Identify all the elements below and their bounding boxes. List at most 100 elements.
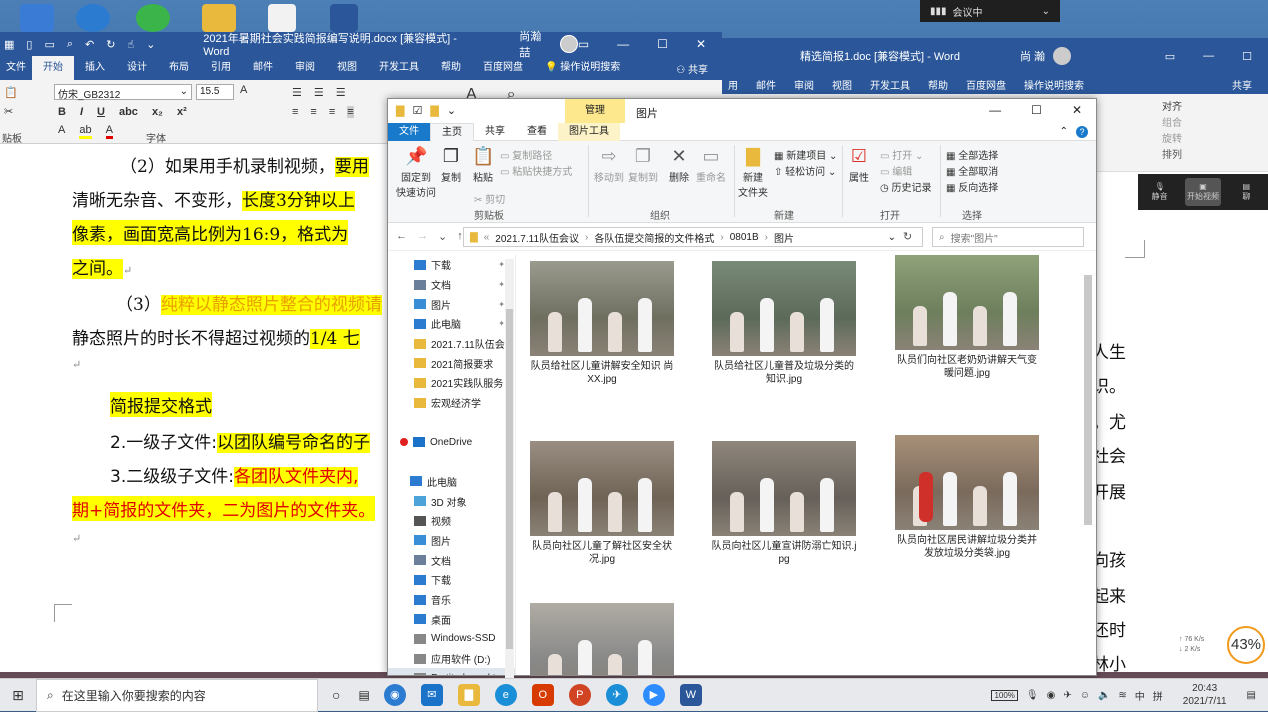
easy-access-button[interactable]: ⇧ 轻松访问 ⌄ [774,163,836,178]
edge-icon[interactable]: e [494,684,517,706]
nav-item[interactable]: 文档 [388,550,515,570]
maximize-icon[interactable]: ☐ [1031,103,1042,117]
cortana-icon[interactable]: ○ [332,687,340,703]
chevron-right-icon[interactable]: › [585,232,588,243]
nav-item[interactable] [388,452,515,472]
copy-to-button[interactable]: ❐ 复制到 [628,145,658,184]
redo-icon[interactable]: ↻ [106,38,115,51]
clock[interactable]: 20:43 2021/7/11 [1183,682,1227,708]
qq-icon[interactable]: ☺ [1080,690,1090,701]
rename-button[interactable]: ▭ 重命名 [696,145,726,184]
breadcrumb-item[interactable]: 2021.7.11队伍会议 [495,230,579,245]
recent-locations-icon[interactable]: ⌄ [438,230,447,243]
search-icon[interactable]: ⌕ [67,38,73,51]
tab-file[interactable]: 文件 [388,122,430,141]
tab-view[interactable]: 查看 [516,123,558,141]
content-scrollbar[interactable] [1083,265,1093,665]
nav-scrollbar[interactable] [505,259,514,679]
mute-button[interactable]: 🎙 静音 [1142,178,1178,206]
windows-start-icon[interactable]: ⊞ [0,687,36,704]
numbering-icon[interactable]: ☰ [314,86,324,99]
start-video-button[interactable]: ▣ 开始视频 [1184,178,1221,206]
properties-icon[interactable]: ☑ [412,104,422,117]
ime-indicator[interactable]: 中 [1135,688,1145,703]
select-all-button[interactable]: ▦ 全部选择 [946,147,998,162]
word-front-titlebar[interactable]: ▦ ▯ ▭ ⌕ ↶ ↻ ☝ ⌄ 2021年暑期社会实践简报编写说明.docx [… [0,31,722,59]
touch-mode-icon[interactable]: ☝ [127,38,134,51]
chevron-right-icon[interactable]: › [720,232,723,243]
new-item-button[interactable]: ▦ 新建项目 ⌄ [774,147,837,162]
maximize-icon[interactable]: ☐ [657,37,668,51]
network-speed-widget[interactable]: ↑ 76 K/s ↓ 2 K/s 43% [1165,626,1265,664]
nav-item[interactable]: 应用软件 (D:) [388,649,515,669]
browser-icon[interactable] [76,4,110,32]
tab-references[interactable]: 引用 [200,56,242,80]
bullets-icon[interactable]: ☰ [292,86,302,99]
navigation-pane[interactable]: 下载 ✦ 文档 ✦ 图片 ✦ 此电脑 ✦ 2021.7.11队伍会 2021简报要求 2021实践队… [388,255,516,675]
underline-icon[interactable]: U [97,106,105,118]
back-arrow-icon[interactable]: ← [396,230,407,243]
pin-icon[interactable]: ✦ [498,319,505,328]
menu-item[interactable]: 百度网盘 [966,77,1006,92]
menu-item[interactable]: 视图 [832,77,852,92]
menu-item-search[interactable]: 操作说明搜索 [1024,77,1084,92]
taskbar-search-input[interactable]: ⌕ 在这里输入你要搜索的内容 [36,678,318,712]
multilevel-list-icon[interactable]: ☰ [336,86,346,99]
font-color-icon[interactable]: A [105,124,113,139]
file-thumbnail[interactable] [522,603,682,675]
font-name-select[interactable]: 仿宋_GB2312 ⌄ [54,84,192,101]
edit-button[interactable]: ▭ 编辑 [880,163,912,178]
minimize-icon[interactable]: — [1203,50,1214,63]
pin-icon[interactable]: ✦ [498,280,505,289]
tab-share[interactable]: 共享 [474,123,516,141]
refresh-icon[interactable]: ↻ [903,230,912,243]
search-input[interactable]: ⌕ 搜索"图片" [932,227,1084,247]
nav-item[interactable]: Windows-SSD [388,629,515,649]
copy-button[interactable]: ❐ 复制 [440,145,462,184]
file-thumbnail[interactable]: 队员给社区儿童普及垃圾分类的知识.jpg [704,261,864,386]
zoom-tray-icon[interactable]: ◉ [1047,690,1056,701]
nav-item[interactable]: Fortitude and t [388,668,515,675]
pin-icon[interactable]: ✦ [498,260,505,269]
italic-icon[interactable]: I [80,106,83,118]
wechat-icon[interactable] [136,4,170,32]
tab-view[interactable]: 视图 [326,56,368,80]
breadcrumb-item[interactable]: 图片 [774,230,794,245]
align-left-icon[interactable]: ≡ [292,106,298,118]
word-back-titlebar[interactable]: 精选简报1.doc [兼容模式] - Word 尚 瀚 ▭ — ☐ [700,38,1268,74]
file-thumbnail[interactable]: 队员向社区儿童了解社区安全状况.jpg [522,441,682,566]
up-arrow-icon[interactable]: ↑ [457,230,463,243]
chevron-up-icon[interactable]: ⌃ [1060,126,1068,138]
nav-item[interactable]: 此电脑 [388,472,515,492]
new-file-icon[interactable]: ▯ [26,38,32,51]
file-thumbnail[interactable]: 队员们向社区老奶奶讲解天气变暖问题.jpg [887,255,1047,380]
word-icon[interactable]: W [679,684,702,706]
maximize-icon[interactable]: ☐ [1242,50,1252,63]
scrollbar-thumb[interactable] [506,309,513,649]
tab-mailings[interactable]: 邮件 [242,56,284,80]
share-button[interactable]: ⚇ 共享 [676,61,722,76]
explorer-titlebar[interactable]: ▇ ☑ ▇ ⌄ 管理 图片 — ☐ ✕ [388,99,1096,123]
minimize-icon[interactable]: — [989,103,1001,117]
nav-item[interactable]: 2021实践队服务 [388,373,515,393]
window-controls[interactable]: ▭ — ☐ [1165,50,1268,63]
text-effects-icon[interactable]: A [58,124,65,139]
office-icon[interactable]: O [531,684,554,706]
paste-icon[interactable]: 📋 [4,86,18,99]
avatar[interactable] [1053,47,1071,65]
nav-item[interactable]: 下载 ✦ [388,255,515,275]
powerpoint-icon[interactable]: P [568,684,591,706]
volume-icon[interactable]: 🔈 [1098,690,1110,701]
menu-item[interactable]: 用 [728,77,738,92]
menu-item[interactable]: 审阅 [794,77,814,92]
align-button[interactable]: 对齐 [1162,100,1182,116]
breadcrumb-item[interactable]: 各队伍提交简报的文件格式 [594,230,714,245]
nav-item[interactable]: 文档 ✦ [388,275,515,295]
file-explorer-icon[interactable]: ▇ [457,684,480,706]
nav-item[interactable]: 2021简报要求 [388,353,515,373]
menu-item[interactable]: 邮件 [756,77,776,92]
tab-layout[interactable]: 布局 [158,56,200,80]
word-icon[interactable] [330,4,358,32]
nav-item[interactable]: 2021.7.11队伍会 [388,334,515,354]
feishu-icon[interactable]: ✈ [605,684,628,706]
